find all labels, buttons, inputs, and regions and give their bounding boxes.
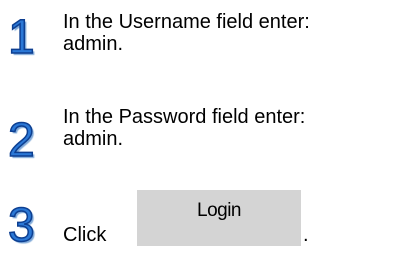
step-1-instruction: In the Username field enter: admin. (63, 11, 310, 55)
step-2-line-2: admin. (63, 128, 124, 150)
step-2-instruction: In the Password field enter: admin. (63, 106, 305, 150)
login-button[interactable]: Login (137, 190, 301, 246)
step-number-3: 3 (7, 199, 35, 252)
step-3-period: . (303, 224, 309, 246)
step-3-click-label: Click (63, 224, 107, 246)
step-1-line-2: admin. (63, 33, 124, 55)
step-2-line-1: In the Password field enter: (63, 106, 306, 128)
step-number-1: 1 (7, 11, 35, 64)
step-number-2: 2 (7, 114, 35, 167)
step-1-line-1: In the Username field enter: (63, 11, 310, 33)
